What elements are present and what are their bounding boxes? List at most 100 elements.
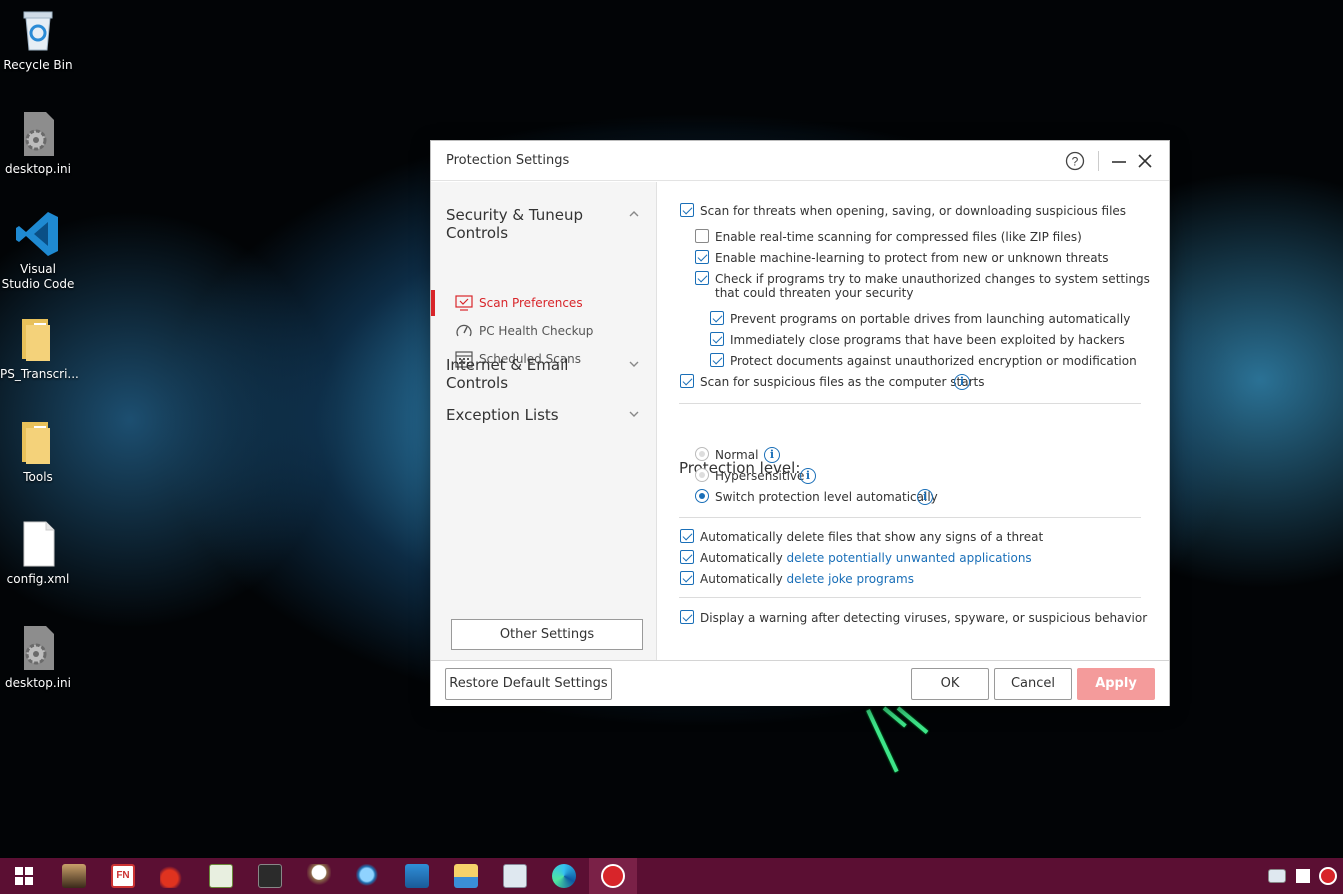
desktop-icon-tools[interactable]: Tools [0, 418, 76, 485]
option-label: Enable real-time scanning for compressed… [715, 230, 1082, 244]
ok-button[interactable]: OK [911, 668, 989, 700]
option-prefix: Automatically [700, 572, 787, 586]
dialog-title: Protection Settings [446, 153, 570, 168]
checkbox-machine-learning[interactable] [695, 250, 709, 264]
trend-micro-icon[interactable] [589, 858, 637, 894]
photo-viewer-icon[interactable] [491, 858, 539, 894]
checkbox-unauthorized-changes[interactable] [695, 271, 709, 285]
tray-network-icon[interactable] [1262, 858, 1292, 894]
monitor-check-icon [455, 294, 473, 312]
section-security-tuneup[interactable]: Security & Tuneup Controls [446, 206, 626, 242]
desktop-icon-config-xml[interactable]: config.xml [0, 520, 76, 587]
restore-defaults-button[interactable]: Restore Default Settings [445, 668, 612, 700]
option-label: Automatically delete files that show any… [700, 530, 1044, 544]
option-prefix: Automatically [700, 551, 787, 565]
svg-text:?: ? [1072, 155, 1079, 169]
cancel-button[interactable]: Cancel [994, 668, 1072, 700]
desktop-icon-label: desktop.ini [5, 162, 71, 176]
checkbox-auto-delete-files[interactable] [680, 529, 694, 543]
checkbox-close-exploited[interactable] [710, 332, 724, 346]
nav-pc-health-checkup[interactable]: PC Health Checkup [431, 318, 656, 344]
option-label: Automatically delete joke programs [700, 572, 914, 586]
info-icon[interactable]: i [800, 468, 816, 484]
desktop-icon-label: Recycle Bin [3, 58, 73, 72]
other-settings-button[interactable]: Other Settings [451, 619, 643, 650]
notepad-chart-icon[interactable] [197, 858, 245, 894]
minimize-button[interactable] [1107, 149, 1131, 173]
radio-auto-protection[interactable] [695, 489, 709, 503]
nav-label: PC Health Checkup [479, 324, 594, 338]
close-button[interactable] [1133, 149, 1157, 173]
magnifier-icon[interactable] [344, 858, 392, 894]
desktop-icon-label: config.xml [6, 572, 70, 586]
chevron-down-icon[interactable] [628, 408, 640, 420]
terminal-icon[interactable] [246, 858, 294, 894]
section-exception-lists[interactable]: Exception Lists [446, 406, 626, 424]
option-label-continued: that could threaten your security [715, 286, 914, 300]
tray-square-icon[interactable] [1290, 858, 1316, 894]
desktop-icon-label: Visual Studio Code [1, 262, 75, 291]
apply-button[interactable]: Apply [1077, 668, 1155, 700]
pua-link[interactable]: delete potentially unwanted applications [786, 551, 1031, 565]
option-label: Protect documents against unauthorized e… [730, 354, 1137, 368]
folder-icon [14, 315, 62, 363]
desktop-icon-ps-transcripts[interactable]: PS_Transcri... [0, 315, 79, 382]
titlebar-divider [1098, 151, 1099, 171]
windows-start-icon[interactable] [0, 858, 48, 894]
settings-file-icon [14, 110, 62, 158]
divider [679, 517, 1141, 518]
taskbar: FN [0, 858, 1343, 894]
option-label: Scan for suspicious files as the compute… [700, 375, 985, 389]
chevron-up-icon[interactable] [628, 208, 640, 220]
help-icon[interactable]: ? [1063, 149, 1087, 173]
checkbox-realtime-compressed[interactable] [695, 229, 709, 243]
settings-sidebar: Security & Tuneup Controls Scan Preferen… [431, 182, 657, 660]
checkbox-scan-suspicious[interactable] [680, 203, 694, 217]
file-explorer-icon[interactable] [442, 858, 490, 894]
option-label: Immediately close programs that have bee… [730, 333, 1125, 347]
desktop-icon-vscode[interactable]: Visual Studio Code [0, 210, 76, 292]
radio-normal[interactable] [695, 447, 709, 461]
checkbox-portable-drives[interactable] [710, 311, 724, 325]
desktop-icon-label: PS_Transcri... [0, 367, 79, 381]
info-icon[interactable]: i [917, 489, 933, 505]
fn-app-icon[interactable]: FN [99, 858, 147, 894]
info-icon[interactable]: i [764, 447, 780, 463]
checkbox-display-warning[interactable] [680, 610, 694, 624]
edge-icon[interactable] [540, 858, 588, 894]
chevron-down-icon[interactable] [628, 358, 640, 370]
desktop-icon-desktop-ini-2[interactable]: desktop.ini [0, 624, 76, 691]
tray-trend-icon[interactable] [1314, 858, 1342, 894]
radio-label: Switch protection level automatically [715, 490, 938, 504]
desktop-icon-recycle-bin[interactable]: Recycle Bin [0, 6, 76, 73]
radio-hypersensitive[interactable] [695, 468, 709, 482]
checkbox-auto-delete-joke[interactable] [680, 571, 694, 585]
dialog-titlebar[interactable]: Protection Settings ? [431, 141, 1169, 181]
recycle-bin-icon [14, 6, 62, 54]
app-portrait-icon[interactable] [50, 858, 98, 894]
option-label: Prevent programs on portable drives from… [730, 312, 1131, 326]
option-label: Display a warning after detecting viruse… [700, 611, 1148, 625]
radio-label: Normal [715, 448, 759, 462]
option-label: Enable machine-learning to protect from … [715, 251, 1109, 265]
option-label: Automatically delete potentially unwante… [700, 551, 1032, 565]
checkbox-scan-startup[interactable] [680, 374, 694, 388]
gauge-icon [455, 322, 473, 340]
folder-icon [14, 418, 62, 466]
desktop-icon-desktop-ini[interactable]: desktop.ini [0, 110, 76, 177]
monitor-icon[interactable] [393, 858, 441, 894]
chef-icon[interactable] [295, 858, 343, 894]
checkbox-protect-documents[interactable] [710, 353, 724, 367]
nav-scan-preferences[interactable]: Scan Preferences [431, 290, 656, 316]
chili-icon[interactable] [148, 858, 196, 894]
radio-label: Hypersensitive [715, 469, 805, 483]
info-icon[interactable]: i [954, 374, 970, 390]
checkbox-auto-delete-pua[interactable] [680, 550, 694, 564]
dialog-footer: Restore Default Settings OK Cancel Apply [431, 660, 1169, 706]
section-internet-email[interactable]: Internet & Email Controls [446, 356, 626, 392]
file-icon [14, 520, 62, 568]
nav-label: Scan Preferences [479, 296, 583, 310]
vscode-icon [14, 210, 62, 258]
option-label: Check if programs try to make unauthoriz… [715, 272, 1150, 286]
joke-programs-link[interactable]: delete joke programs [786, 572, 914, 586]
